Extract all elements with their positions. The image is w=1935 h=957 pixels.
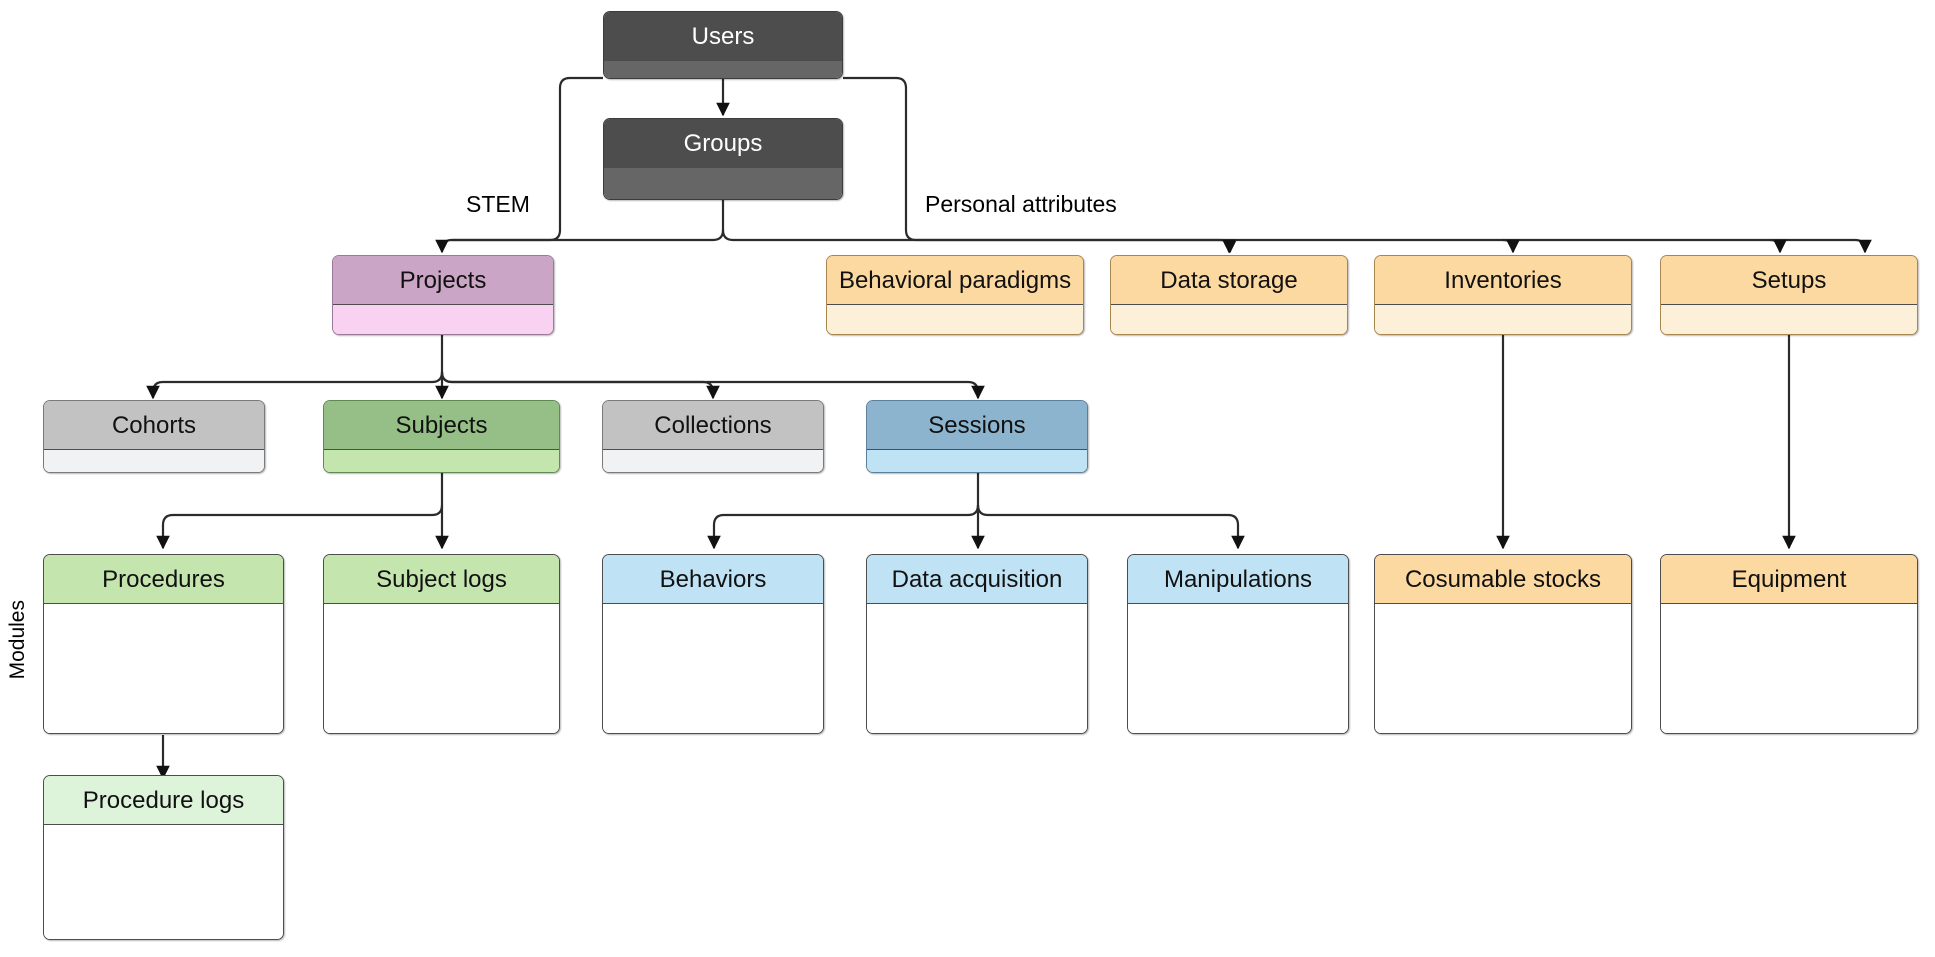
node-users[interactable]: Users xyxy=(603,11,843,79)
edge-label-personal-attributes: Personal attributes xyxy=(925,191,1117,217)
node-behavioral-paradigms[interactable]: Behavioral paradigms xyxy=(826,255,1084,335)
node-subjects-label: Subjects xyxy=(324,401,559,450)
node-sessions[interactable]: Sessions xyxy=(866,400,1088,473)
node-inventories-body xyxy=(1375,305,1631,334)
node-cohorts[interactable]: Cohorts xyxy=(43,400,265,473)
node-groups-label: Groups xyxy=(604,119,842,168)
node-users-body xyxy=(604,61,842,78)
node-projects[interactable]: Projects xyxy=(332,255,554,335)
node-cosumable-stocks[interactable]: Cosumable stocks xyxy=(1374,554,1632,734)
node-sessions-body xyxy=(867,450,1087,472)
node-cosumable-stocks-body xyxy=(1375,604,1631,733)
node-behaviors[interactable]: Behaviors xyxy=(602,554,824,734)
node-collections[interactable]: Collections xyxy=(602,400,824,473)
node-groups[interactable]: Groups xyxy=(603,118,843,200)
connector-layer xyxy=(146,69,1872,780)
node-data-storage[interactable]: Data storage xyxy=(1110,255,1348,335)
node-users-label: Users xyxy=(604,12,842,61)
edge-sessions-behaviors xyxy=(707,504,980,550)
edge-users-projects xyxy=(435,76,603,254)
edge-users-behavioral-paradigms xyxy=(1219,238,1237,254)
node-data-acquisition[interactable]: Data acquisition xyxy=(866,554,1088,734)
node-procedures-body xyxy=(44,604,283,733)
node-setups[interactable]: Setups xyxy=(1660,255,1918,335)
node-manipulations-label: Manipulations xyxy=(1128,555,1348,604)
node-subject-logs-label: Subject logs xyxy=(324,555,559,604)
node-data-storage-body xyxy=(1111,305,1347,334)
modules-axis-label: Modules xyxy=(6,600,29,680)
node-manipulations-body xyxy=(1128,604,1348,733)
edge-projects-cohorts xyxy=(146,371,444,400)
edge-groups-right-bus xyxy=(721,229,1855,242)
node-cosumable-stocks-label: Cosumable stocks xyxy=(1375,555,1631,604)
node-inventories-label: Inventories xyxy=(1375,256,1631,305)
node-collections-body xyxy=(603,450,823,472)
node-projects-label: Projects xyxy=(333,256,553,305)
node-inventories[interactable]: Inventories xyxy=(1374,255,1632,335)
node-cohorts-label: Cohorts xyxy=(44,401,264,450)
node-subject-logs-body xyxy=(324,604,559,733)
node-procedure-logs-label: Procedure logs xyxy=(44,776,283,825)
node-setups-label: Setups xyxy=(1661,256,1917,305)
node-equipment-label: Equipment xyxy=(1661,555,1917,604)
node-subjects-body xyxy=(324,450,559,472)
node-data-storage-label: Data storage xyxy=(1111,256,1347,305)
edge-subjects-procedures xyxy=(156,504,444,550)
node-cohorts-body xyxy=(44,450,264,472)
node-equipment[interactable]: Equipment xyxy=(1660,554,1918,734)
node-procedures[interactable]: Procedures xyxy=(43,554,284,734)
node-behaviors-label: Behaviors xyxy=(603,555,823,604)
node-groups-body xyxy=(604,168,842,199)
node-data-acquisition-body xyxy=(867,604,1087,733)
node-data-acquisition-label: Data acquisition xyxy=(867,555,1087,604)
node-sessions-label: Sessions xyxy=(867,401,1087,450)
edge-sessions-manipulations xyxy=(976,504,1245,550)
node-manipulations[interactable]: Manipulations xyxy=(1127,554,1349,734)
edge-groups-left-bus xyxy=(452,229,725,242)
edge-groups-data-storage xyxy=(1502,238,1520,254)
node-behavioral-paradigms-body xyxy=(827,305,1083,334)
edge-groups-inventories xyxy=(1769,238,1787,254)
node-behaviors-body xyxy=(603,604,823,733)
node-procedure-logs[interactable]: Procedure logs xyxy=(43,775,284,940)
node-setups-body xyxy=(1661,305,1917,334)
edge-groups-setups xyxy=(1854,238,1872,254)
node-collections-label: Collections xyxy=(603,401,823,450)
diagram-canvas: STEM Personal attributes Modules Users G… xyxy=(0,0,1935,957)
node-procedures-label: Procedures xyxy=(44,555,283,604)
node-subjects[interactable]: Subjects xyxy=(323,400,560,473)
node-subject-logs[interactable]: Subject logs xyxy=(323,554,560,734)
node-procedure-logs-body xyxy=(44,825,283,939)
edge-label-stem: STEM xyxy=(466,191,530,217)
edge-projects-collections xyxy=(440,371,720,400)
node-equipment-body xyxy=(1661,604,1917,733)
node-projects-body xyxy=(333,305,553,334)
edge-projects-sessions xyxy=(440,371,985,400)
node-behavioral-paradigms-label: Behavioral paradigms xyxy=(827,256,1083,305)
